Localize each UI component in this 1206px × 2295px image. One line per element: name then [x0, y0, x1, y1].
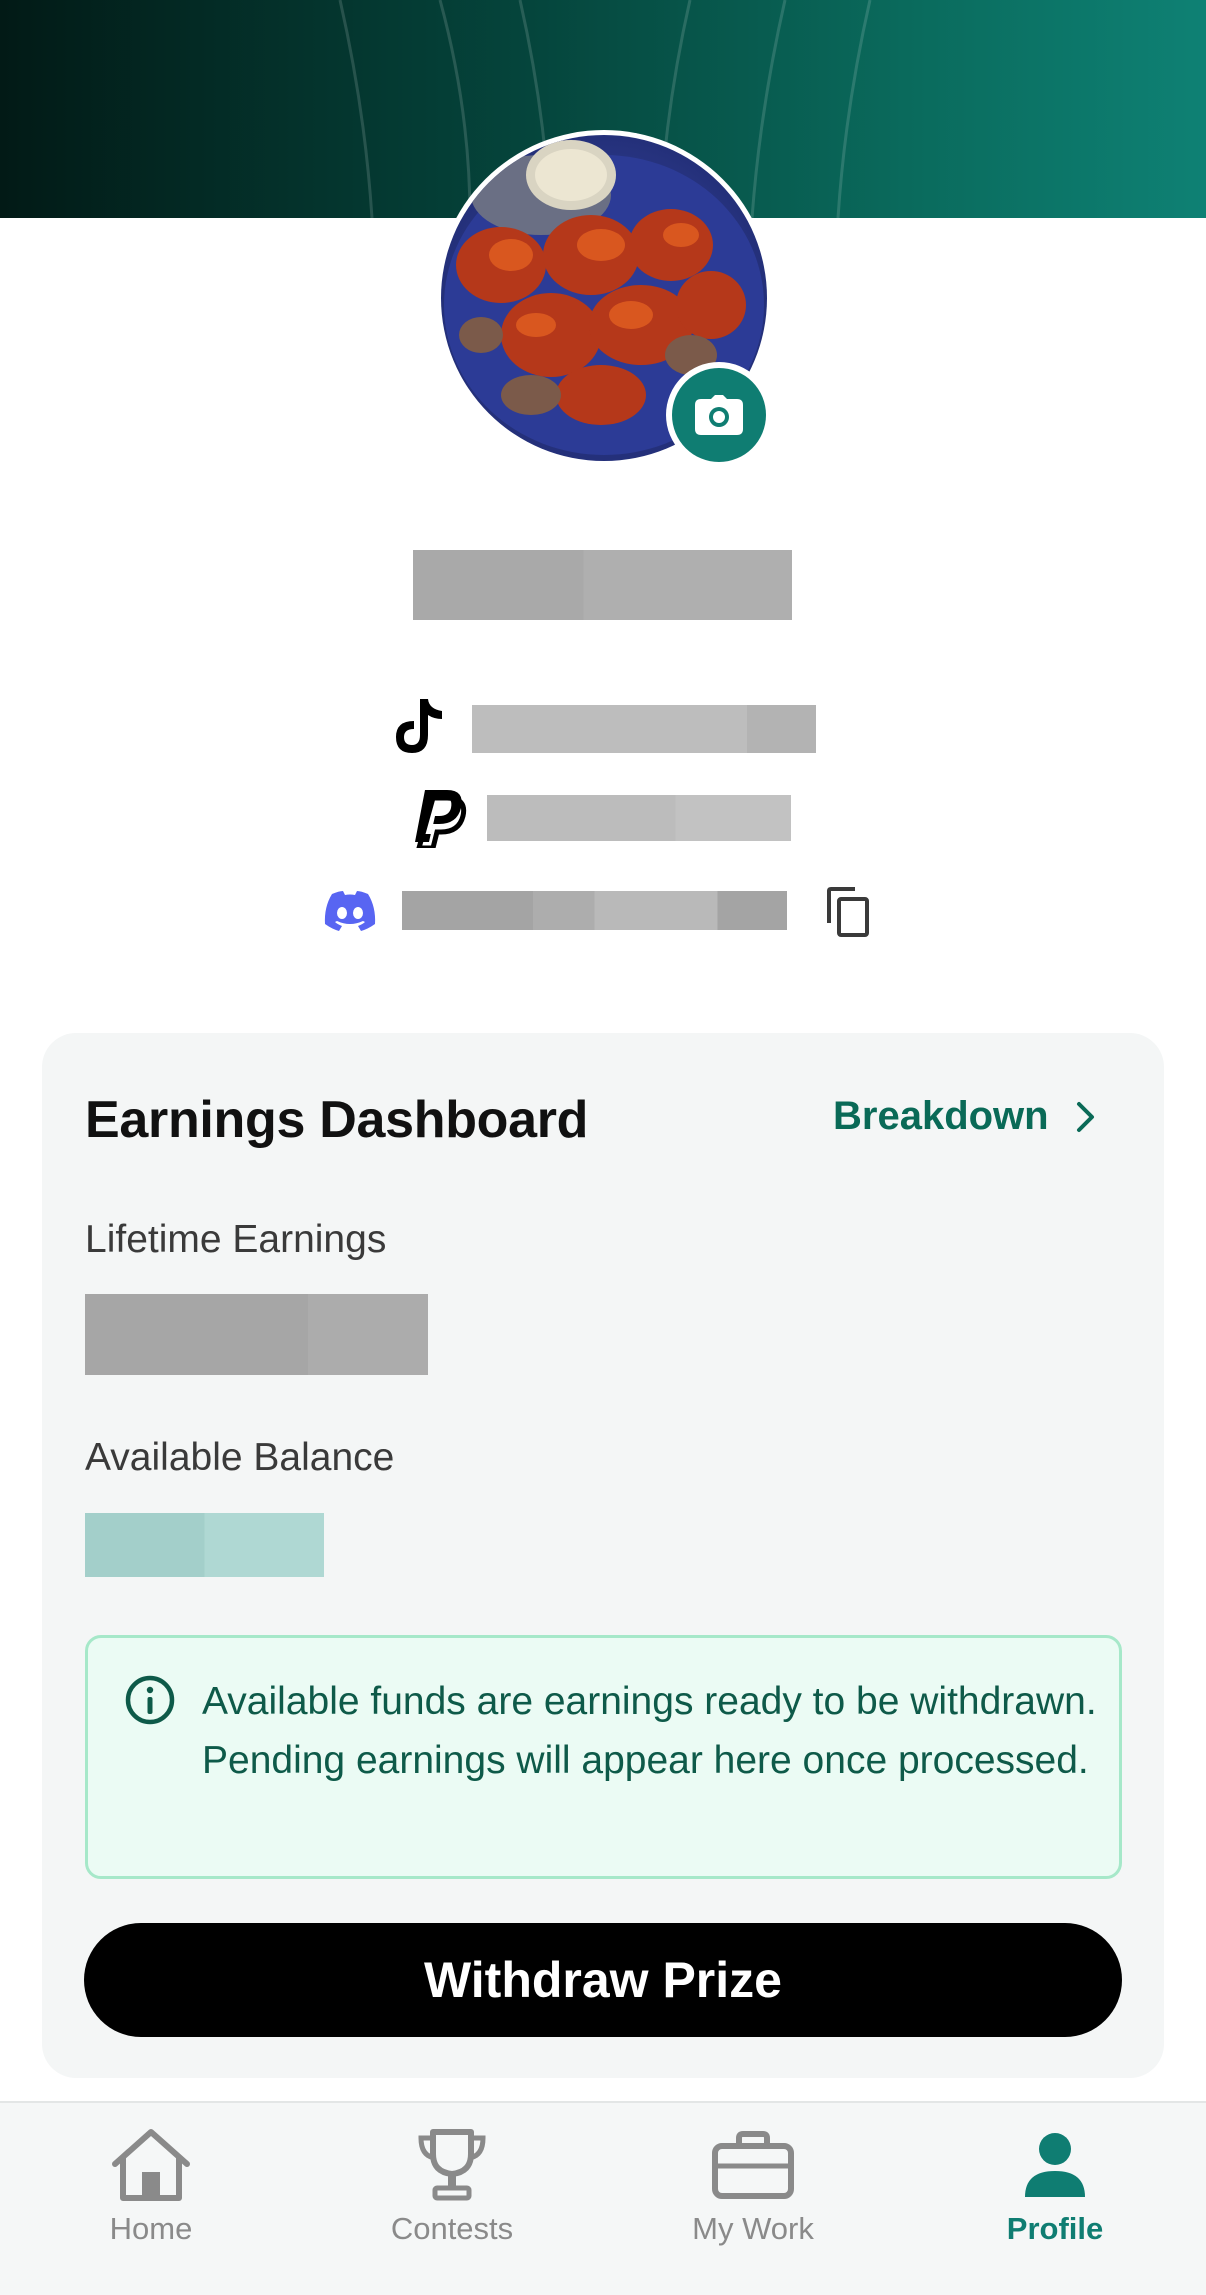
nav-contests-label: Contests — [390, 2211, 514, 2246]
person-icon — [1025, 2133, 1085, 2197]
available-balance-label: Available Balance — [85, 1436, 395, 1479]
briefcase-icon — [712, 2131, 794, 2199]
info-notice: Available funds are earnings ready to be… — [85, 1635, 1122, 1879]
withdraw-prize-button[interactable]: Withdraw Prize — [84, 1923, 1122, 2037]
copy-icon[interactable] — [824, 884, 872, 938]
available-balance-value-redacted — [85, 1513, 324, 1577]
lifetime-earnings-label: Lifetime Earnings — [85, 1218, 387, 1261]
info-icon — [125, 1675, 175, 1725]
discord-icon — [322, 889, 378, 933]
change-photo-button[interactable] — [666, 362, 772, 468]
earnings-title: Earnings Dashboard — [85, 1091, 589, 1149]
breakdown-label: Breakdown — [833, 1094, 1049, 1138]
info-text: Available funds are earnings ready to be… — [202, 1680, 1097, 1782]
trophy-icon — [418, 2129, 486, 2201]
nav-home[interactable]: Home — [41, 2103, 261, 2263]
breakdown-link[interactable]: Breakdown — [833, 1094, 1097, 1139]
nav-home-label: Home — [109, 2211, 193, 2246]
home-icon — [112, 2129, 190, 2201]
nav-my-work[interactable]: My Work — [643, 2103, 863, 2263]
tiktok-icon — [392, 697, 446, 755]
camera-icon — [695, 395, 743, 435]
tiktok-handle-redacted — [472, 705, 816, 753]
nav-contests[interactable]: Contests — [342, 2103, 562, 2263]
nav-profile-label: Profile — [1006, 2211, 1104, 2246]
lifetime-earnings-value-redacted — [85, 1294, 428, 1375]
nav-my-work-label: My Work — [692, 2211, 814, 2246]
discord-username-redacted — [402, 891, 787, 930]
profile-name-redacted — [413, 550, 792, 620]
nav-profile[interactable]: Profile — [945, 2103, 1165, 2263]
paypal-account-redacted — [487, 795, 791, 841]
bottom-nav: Home Contests My Work Profile — [0, 2101, 1206, 2295]
paypal-icon — [410, 789, 468, 849]
chevron-right-icon — [1076, 1101, 1094, 1132]
